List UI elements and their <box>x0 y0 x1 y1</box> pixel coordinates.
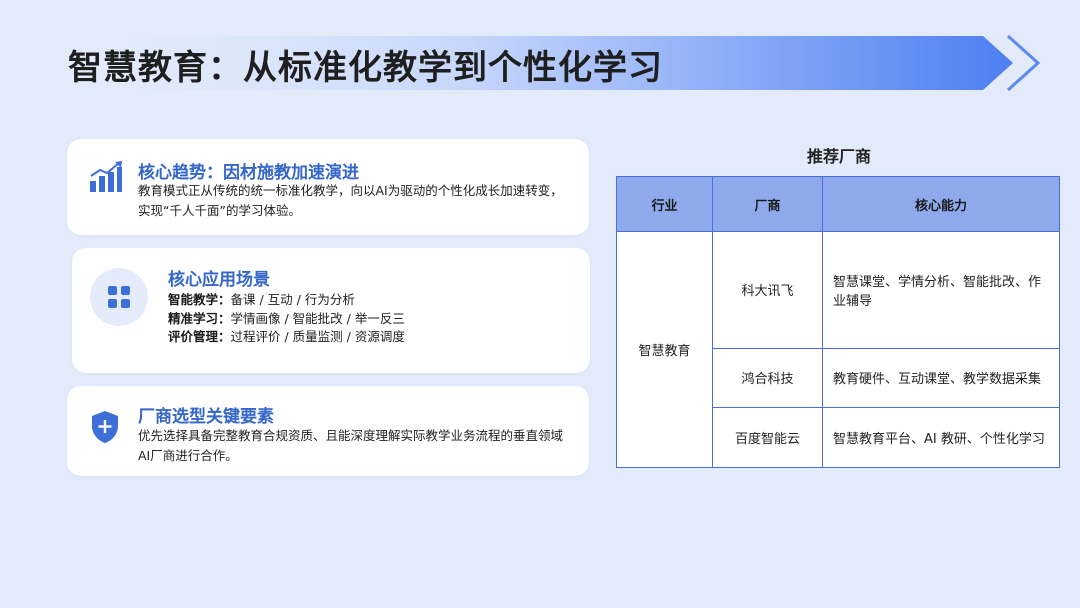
selection-card: 厂商选型关键要素 优先选择具备完整教育合规资质、且能深度理解实际教学业务流程的垂… <box>67 386 589 476</box>
shield-plus-icon <box>92 411 118 443</box>
industry-cell: 智慧教育 <box>616 231 713 468</box>
scenarios-title: 核心应用场景 <box>168 270 270 290</box>
column-header-industry: 行业 <box>616 176 713 232</box>
grid-apps-icon <box>108 286 130 308</box>
scenarios-icon-circle <box>90 268 148 326</box>
vendor-table: 行业 厂商 核心能力 智慧教育 科大讯飞 智慧课堂、学情分析、智能批改、作业辅导… <box>616 176 1060 468</box>
vendor-cell: 百度智能云 <box>712 407 823 468</box>
scenario-text: 学情画像 / 智能批改 / 举一反三 <box>230 310 405 326</box>
capability-cell: 教育硬件、互动课堂、教学数据采集 <box>822 347 1060 409</box>
scenario-label: 精准学习： <box>168 310 231 326</box>
scenario-text: 备课 / 互动 / 行为分析 <box>230 292 355 307</box>
capability-cell: 智慧教育平台、AI 教研、个性化学习 <box>822 407 1060 468</box>
scenarios-card: 核心应用场景 智能教学：备课 / 互动 / 行为分析 精准学习：学情画像 / 智… <box>72 248 590 373</box>
scenarios-list: 智能教学：备课 / 互动 / 行为分析 精准学习：学情画像 / 智能批改 / 举… <box>168 291 405 347</box>
vendor-cell: 科大讯飞 <box>712 231 823 349</box>
page-title: 智慧教育：从标准化教学到个性化学习 <box>68 48 663 88</box>
scenario-label: 智能教学： <box>168 292 231 307</box>
column-header-vendor: 厂商 <box>712 176 823 232</box>
scenario-item: 评价管理：过程评价 / 质量监测 / 资源调度 <box>168 328 405 347</box>
vendor-table-title: 推荐厂商 <box>806 147 871 166</box>
capability-cell: 智慧课堂、学情分析、智能批改、作业辅导 <box>822 231 1060 349</box>
scenario-item: 智能教学：备课 / 互动 / 行为分析 <box>168 291 405 310</box>
scenario-label: 评价管理： <box>168 329 231 344</box>
selection-body: 优先选择具备完整教育合规资质、且能深度理解实际教学业务流程的垂直领域AI厂商进行… <box>138 428 564 463</box>
table-row: 智慧教育 科大讯飞 智慧课堂、学情分析、智能批改、作业辅导 <box>616 231 1060 468</box>
bar-chart-growth-icon <box>90 161 122 192</box>
trend-body: 教育模式正从传统的统一标准化教学，向以AI为驱动的个性化成长加速转变，实现“千人… <box>138 183 563 218</box>
scenario-text: 过程评价 / 质量监测 / 资源调度 <box>230 329 405 344</box>
trend-card: 核心趋势：因材施教加速演进 教育模式正从传统的统一标准化教学，向以AI为驱动的个… <box>67 139 589 235</box>
vendor-cell: 鸿合科技 <box>712 347 823 409</box>
selection-title: 厂商选型关键要素 <box>138 407 274 427</box>
column-header-capability: 核心能力 <box>822 176 1060 232</box>
trend-title: 核心趋势：因材施教加速演进 <box>138 163 359 183</box>
scenario-item: 精准学习：学情画像 / 智能批改 / 举一反三 <box>168 310 405 329</box>
table-header-row: 行业 厂商 核心能力 <box>616 176 1060 232</box>
